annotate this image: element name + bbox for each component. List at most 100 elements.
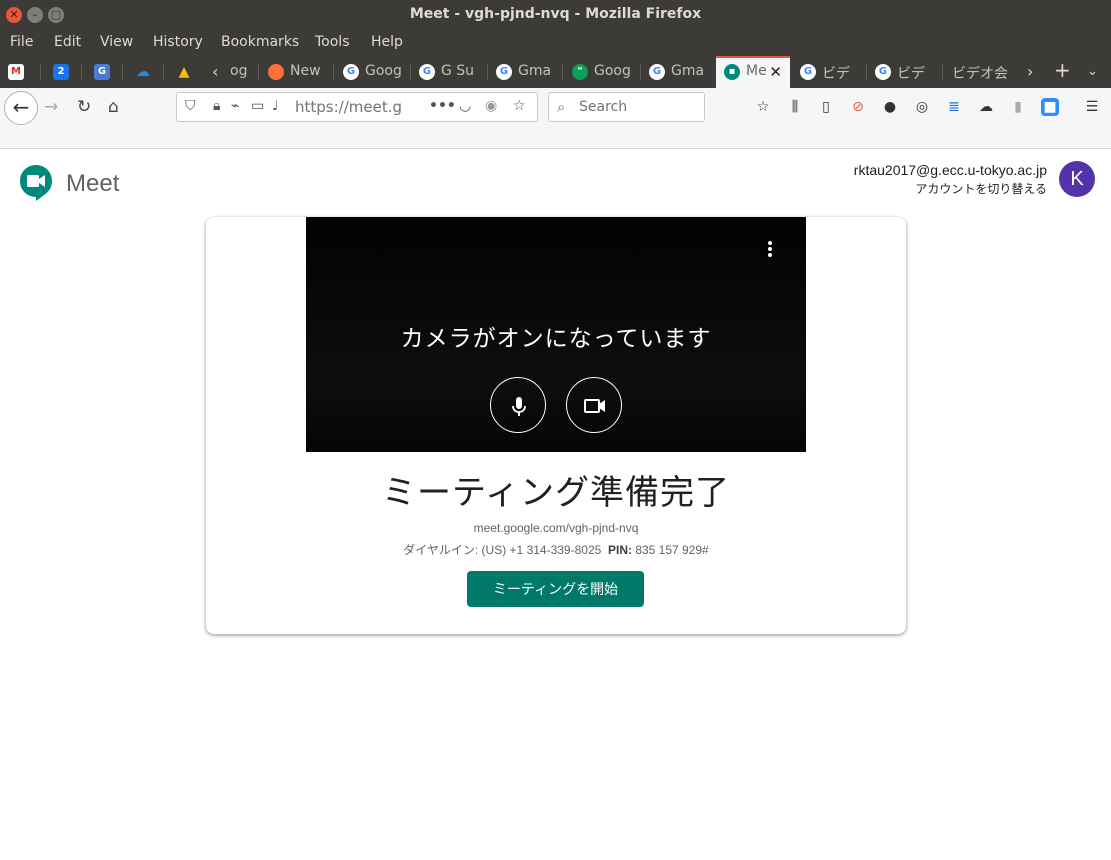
menu-edit[interactable]: Edit <box>54 34 81 50</box>
library-icon[interactable]: ⫼ <box>786 98 804 116</box>
menu-file[interactable]: File <box>10 34 33 50</box>
google-icon: G <box>343 64 359 80</box>
extension-icon[interactable]: ● <box>881 98 899 116</box>
menu-view[interactable]: View <box>100 34 133 50</box>
zoom-icon[interactable]: ■ <box>1041 98 1059 116</box>
reader-icon[interactable]: ◉ <box>485 98 497 114</box>
switch-account-link[interactable]: アカウントを切り替える <box>915 180 1047 197</box>
search-box[interactable]: ⌕ Search <box>548 92 705 122</box>
back-button[interactable]: ← <box>4 91 38 125</box>
tab-separator <box>942 64 943 80</box>
tab-gmail[interactable]: G Gma <box>488 56 562 88</box>
onedrive-icon: ☁ <box>136 64 150 80</box>
navigation-toolbar: ← → ↻ ⌂ ⛉ 🔒︎ ⌁ ▭ ♩ https://meet.g ••• ◡ … <box>0 88 1111 128</box>
google-icon: G <box>800 64 816 80</box>
tab-separator <box>122 64 123 80</box>
microphone-permission-icon[interactable]: ♩ <box>272 98 279 114</box>
google-icon: G <box>649 64 665 80</box>
tab-separator <box>258 64 259 80</box>
tab-separator <box>562 64 563 80</box>
meeting-link: meet.google.com/vgh-pjnd-nvq <box>473 521 639 535</box>
drive-icon: ▲ <box>178 64 190 80</box>
menu-bookmarks[interactable]: Bookmarks <box>221 34 299 50</box>
tab-separator <box>163 64 164 80</box>
tabs-scroll-right-button[interactable]: › <box>1027 62 1033 81</box>
home-button[interactable]: ⌂ <box>108 97 119 117</box>
tab-overflow[interactable]: og <box>230 56 258 88</box>
tab-google[interactable]: G Goog <box>335 56 405 88</box>
toolbar-spacer <box>0 128 1111 149</box>
microphone-icon <box>512 397 526 416</box>
google-icon: G <box>875 64 891 80</box>
list-all-tabs-button[interactable]: ⌄ <box>1087 64 1098 79</box>
sidebar-icon[interactable]: ▯ <box>817 98 835 116</box>
tab-drive-pinned[interactable]: ▲ <box>168 56 204 88</box>
start-meeting-button[interactable]: ミーティングを開始 <box>467 571 644 607</box>
search-icon: ⌕ <box>557 98 566 116</box>
account-email: rktau2017@g.ecc.u-tokyo.ac.jp <box>853 162 1047 178</box>
tab-calendar-pinned[interactable]: 2 <box>45 56 81 88</box>
dial-in-number: ダイヤルイン: (US) +1 314-339-8025 <box>403 543 602 557</box>
camera-toggle-button[interactable] <box>566 377 622 433</box>
menu-tools[interactable]: Tools <box>315 34 350 50</box>
avatar[interactable]: K <box>1059 161 1095 197</box>
notification-permission-icon[interactable]: ▭ <box>251 98 264 114</box>
tab-gmail-pinned[interactable]: M <box>0 56 40 88</box>
camera-status-text: カメラがオンになっています <box>400 326 712 352</box>
tab-meet-active[interactable]: ▪ Me ✕ <box>716 56 790 88</box>
pocket-icon[interactable]: ◡ <box>459 98 471 114</box>
extension-disabled-icon[interactable]: ▮ <box>1009 98 1027 116</box>
bookmark-star-icon[interactable]: ☆ <box>513 98 526 114</box>
translate-icon: G <box>94 64 110 80</box>
tab-video-1[interactable]: G ビデ <box>792 56 866 88</box>
tabs-scroll-left-button[interactable]: ‹ <box>212 62 218 81</box>
close-tab-icon[interactable]: ✕ <box>769 63 782 81</box>
tab-video-3[interactable]: ビデオ会 <box>944 56 1018 88</box>
tab-onedrive-pinned[interactable]: ☁ <box>127 56 163 88</box>
firefox-icon <box>268 64 284 80</box>
tab-translate-pinned[interactable]: G <box>86 56 122 88</box>
meeting-ready-title: ミーティング準備完了 <box>382 473 730 513</box>
lock-icon[interactable]: 🔒︎ <box>213 98 220 114</box>
google-icon: G <box>496 64 512 80</box>
tab-strip: M 2 G ☁ ▲ ‹ og New G Goog G G Su G Gma "… <box>0 56 1111 88</box>
camera-permission-icon[interactable]: ⌁ <box>231 98 239 114</box>
menu-bar: File Edit View History Bookmarks Tools H… <box>0 30 1111 56</box>
tab-hangouts[interactable]: " Goog <box>564 56 640 88</box>
menu-history[interactable]: History <box>153 34 203 50</box>
video-camera-icon <box>584 399 605 413</box>
menu-help[interactable]: Help <box>371 34 403 50</box>
new-tab-button[interactable]: + <box>1054 58 1071 82</box>
extension-list-icon[interactable]: ≣ <box>945 98 963 116</box>
tab-new-tab[interactable]: New <box>260 56 328 88</box>
noscript-icon[interactable]: ⊘ <box>849 98 867 116</box>
meet-brand: Meet <box>66 170 120 197</box>
tab-separator <box>40 64 41 80</box>
pin-label: PIN: <box>607 543 632 557</box>
forward-button[interactable]: → <box>44 97 58 117</box>
more-options-icon[interactable] <box>764 241 776 261</box>
search-placeholder: Search <box>579 99 628 115</box>
tracking-protection-icon[interactable]: ⛉ <box>185 98 196 114</box>
microphone-toggle-button[interactable] <box>490 377 546 433</box>
tab-gsuite[interactable]: G G Su <box>411 56 485 88</box>
meet-icon: ▪ <box>724 64 740 80</box>
hamburger-menu-icon[interactable]: ☰ <box>1083 98 1101 116</box>
pin-value: 835 157 929# <box>635 543 709 557</box>
gmail-icon: M <box>8 64 24 80</box>
meeting-ready-card: カメラがオンになっています ミーティング準備完了 meet.google.com… <box>206 217 906 634</box>
page-actions-icon[interactable]: ••• <box>429 98 456 114</box>
tab-gmail-2[interactable]: G Gma <box>641 56 715 88</box>
reload-button[interactable]: ↻ <box>77 97 91 117</box>
url-text[interactable]: https://meet.g <box>295 98 425 116</box>
hangouts-icon: " <box>572 64 588 80</box>
url-bar[interactable]: ⛉ 🔒︎ ⌁ ▭ ♩ https://meet.g ••• ◡ ◉ ☆ <box>176 92 538 122</box>
camera-preview: カメラがオンになっています <box>306 217 806 452</box>
window-titlebar: ✕ – □ Meet - vgh-pjnd-nvq - Mozilla Fire… <box>0 0 1111 30</box>
window-title: Meet - vgh-pjnd-nvq - Mozilla Firefox <box>409 6 702 22</box>
tab-video-2[interactable]: G ビデ <box>867 56 941 88</box>
bookmark-menu-icon[interactable]: ☆ <box>754 98 772 116</box>
account-icon[interactable]: ◎ <box>913 98 931 116</box>
cloud-icon[interactable]: ☁ <box>977 98 995 116</box>
tab-separator <box>81 64 82 80</box>
